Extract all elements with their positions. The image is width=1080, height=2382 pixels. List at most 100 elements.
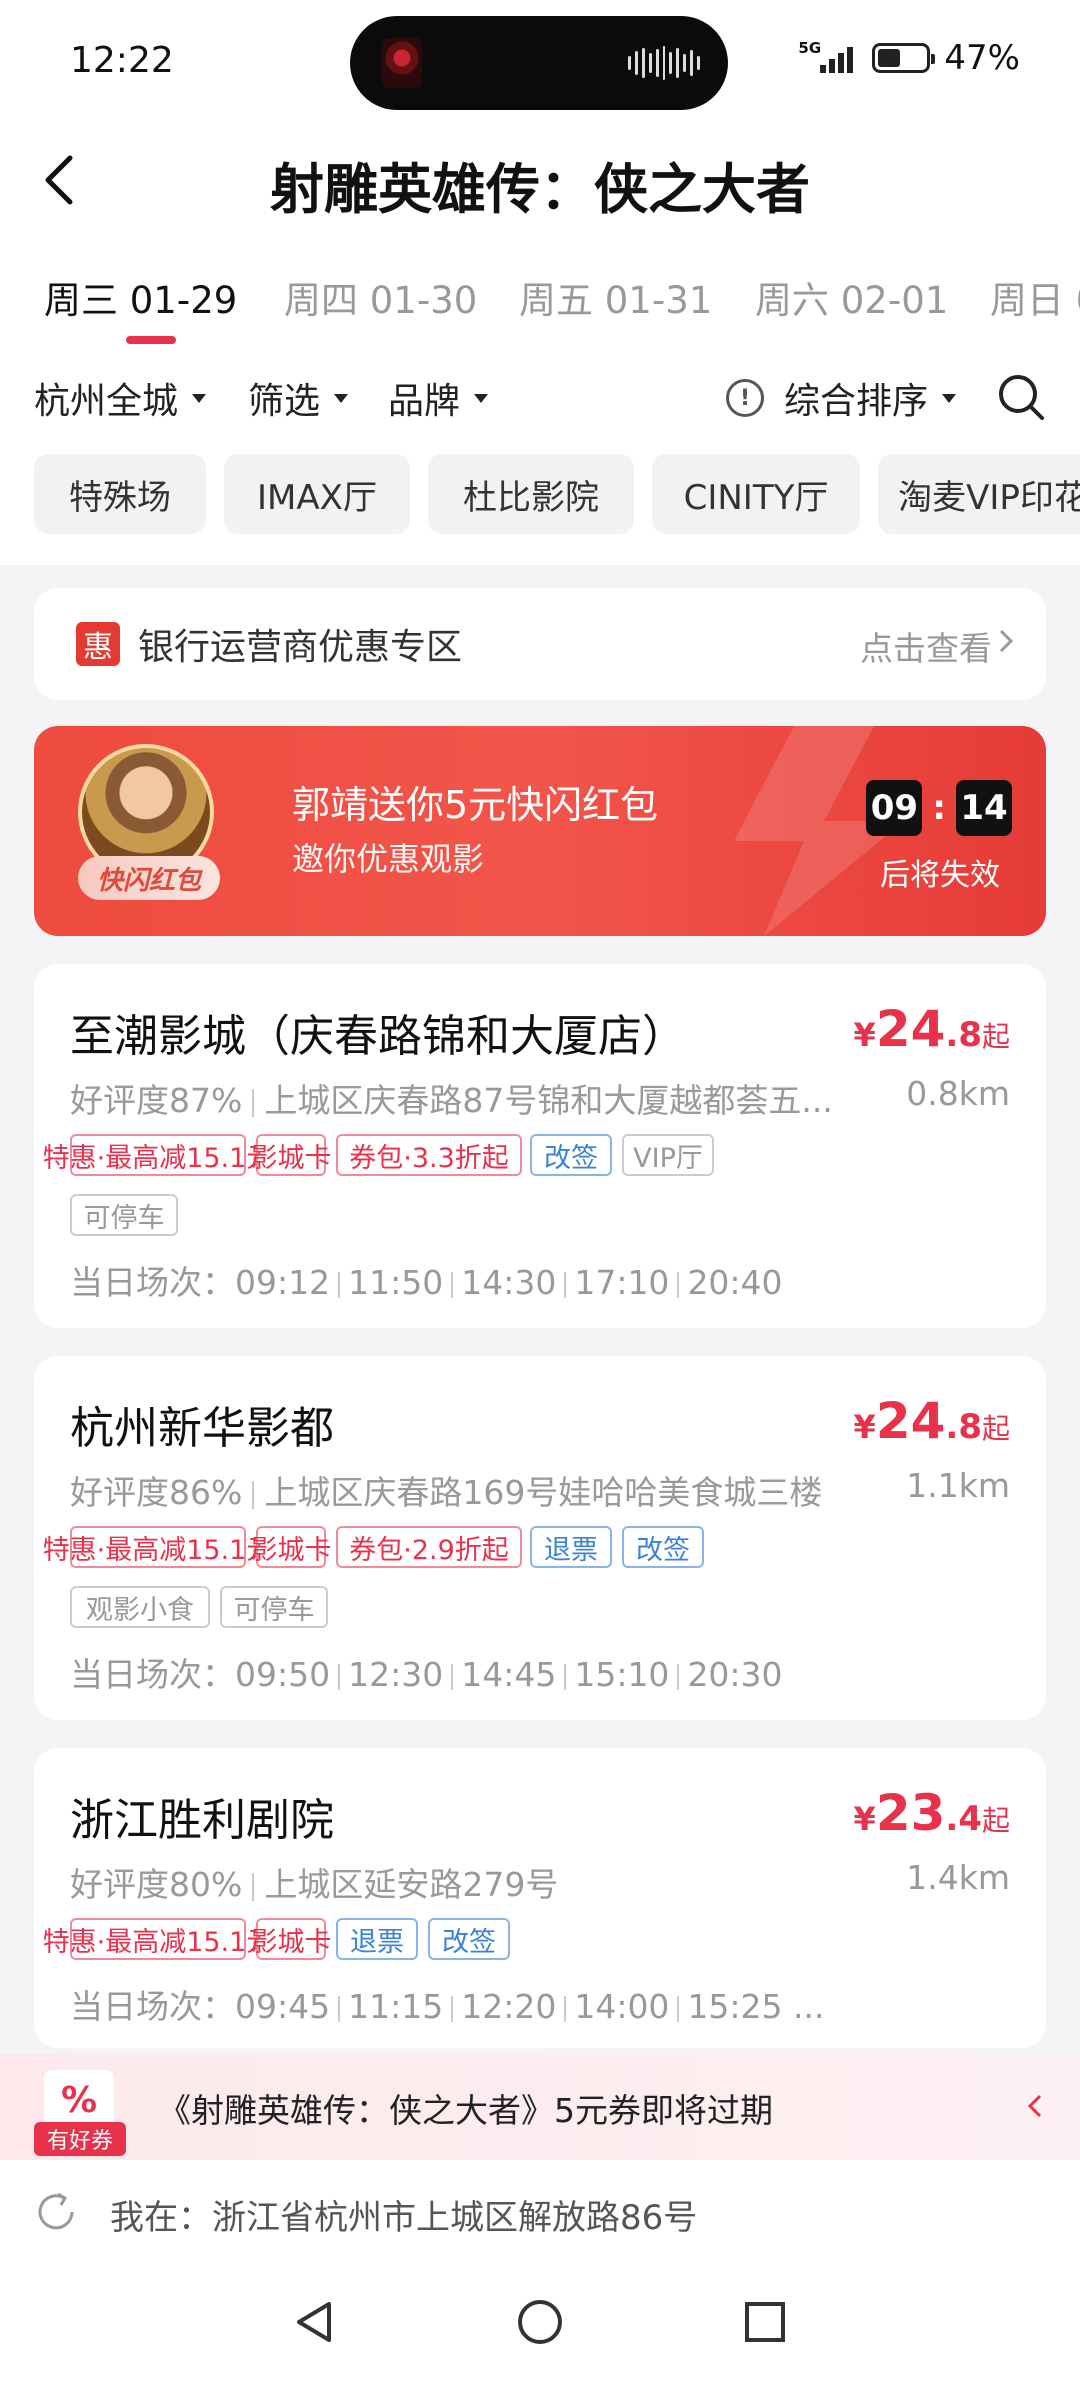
banner-title: 郭靖送你5元快闪红包 (292, 783, 659, 827)
tag-cinema-card: 影城卡 (251, 1526, 332, 1568)
filter-dropdown[interactable]: 筛选 (248, 372, 349, 424)
battery-icon (872, 43, 936, 73)
divider (338, 1271, 341, 1298)
date-tab[interactable]: 周五 01-31 (519, 270, 712, 324)
coupon-expiry-bar[interactable]: % 有好券 《射雕英雄传：侠之大者》5元券即将过期 (0, 2054, 1080, 2160)
bank-promo-text: 银行运营商优惠专区 (138, 627, 463, 668)
chip-imax[interactable]: IMAX厅 (224, 454, 410, 534)
chevron-left-icon[interactable] (1026, 2090, 1044, 2122)
city-filter[interactable]: 杭州全城 (34, 372, 207, 424)
tag-refund: 退票 (530, 1526, 612, 1568)
active-tab-indicator (126, 336, 176, 344)
bank-promo-card[interactable]: 惠 银行运营商优惠专区 点击查看 (34, 588, 1046, 700)
flash-envelope-tag: 快闪红包 (78, 856, 220, 900)
showtime[interactable]: 12:30 (348, 1655, 443, 1694)
divider (451, 1663, 454, 1690)
price-integer: 24 (875, 1392, 946, 1450)
price-suffix: 起 (981, 1412, 1010, 1445)
showtime[interactable]: 11:50 (348, 1263, 443, 1302)
location-bar[interactable]: 我在：浙江省杭州市上城区解放路86号 (0, 2160, 1080, 2270)
cinema-card[interactable]: 至潮影城（庆春路锦和大厦店） ¥24.8起 好评度87% 上城区庆春路87号锦和大… (34, 964, 1046, 1328)
date-tab[interactable]: 周三 01-29 (44, 270, 237, 324)
showtime[interactable]: 15:10 (574, 1655, 669, 1694)
divider (252, 1088, 255, 1117)
caret-down-icon (474, 393, 489, 403)
price-symbol: ¥ (853, 1408, 876, 1446)
chip-dolby[interactable]: 杜比影院 (428, 454, 634, 534)
info-icon[interactable]: ! (726, 379, 764, 417)
tag-cinema-card: 影城卡 (251, 1134, 332, 1176)
countdown-timer: 09 : 14 (866, 780, 1012, 836)
cinema-card[interactable]: 浙江胜利剧院 ¥23.4起 好评度80% 上城区延安路279号 1.4km 特惠·… (34, 1748, 1046, 2048)
tag-coupon-pack: 券包·3.3折起 (336, 1134, 522, 1176)
showtime[interactable]: 20:30 (687, 1655, 782, 1694)
price-decimal: .4 (945, 1799, 982, 1839)
showtime[interactable]: 11:15 (348, 1987, 443, 2026)
chip-vip[interactable]: 淘麦VIP印花 (878, 454, 1080, 534)
nav-home-icon[interactable] (510, 2292, 570, 2352)
cinema-distance: 1.1km (906, 1466, 1010, 1505)
filter-bar: 杭州全城 筛选 品牌 ! 综合排序 (0, 372, 1080, 428)
tag-snacks: 观影小食 (70, 1586, 210, 1628)
status-icons: 5G 47% (798, 38, 1020, 78)
search-icon[interactable] (996, 372, 1046, 422)
showtime[interactable]: 14:45 (461, 1655, 556, 1694)
showtime[interactable]: 09:45 (235, 1987, 330, 2026)
price-integer: 23 (875, 1784, 946, 1842)
cinema-price: ¥23.4起 (854, 1784, 1010, 1842)
bank-promo-link[interactable]: 点击查看 (860, 622, 992, 670)
red-envelope-banner[interactable]: 快闪红包 郭靖送你5元快闪红包 邀你优惠观影 09 : 14 后将失效 (34, 726, 1046, 936)
divider (451, 1995, 454, 2022)
brand-filter[interactable]: 品牌 (388, 372, 489, 424)
page-title: 射雕英雄传：侠之大者 (270, 158, 810, 221)
date-tab[interactable]: 周日 0 (990, 270, 1080, 324)
signal-icon: 5G (798, 41, 858, 75)
showtime[interactable]: 14:30 (461, 1263, 556, 1302)
cinema-meta: 好评度86% 上城区庆春路169号娃哈哈美食城三楼 (70, 1466, 870, 1514)
caret-down-icon (942, 393, 957, 403)
divider (564, 1271, 567, 1298)
cinema-card[interactable]: 杭州新华影都 ¥24.8起 好评度86% 上城区庆春路169号娃哈哈美食城三楼 1… (34, 1356, 1046, 1720)
tag-cinema-card: 影城卡 (251, 1918, 332, 1960)
showtimes: 当日场次：09:50 12:30 14:45 15:10 20:30 (70, 1648, 783, 1696)
tag-discount: 特惠·最高减15.1元 (43, 1918, 273, 1960)
cinema-rating: 好评度87% (70, 1081, 243, 1120)
nav-back-icon[interactable] (285, 2292, 345, 2352)
price-integer: 24 (875, 1000, 946, 1058)
nav-recents-icon[interactable] (735, 2292, 795, 2352)
price-decimal: .8 (945, 1407, 982, 1447)
chip-cinity[interactable]: CINITY厅 (652, 454, 860, 534)
refresh-location-icon[interactable] (34, 2190, 78, 2234)
showtime[interactable]: 12:20 (461, 1987, 556, 2026)
tag-parking: 可停车 (220, 1586, 328, 1628)
dynamic-island[interactable] (350, 16, 728, 110)
sort-dropdown[interactable]: ! 综合排序 (726, 372, 957, 424)
showtimes-label: 当日场次： (70, 1655, 235, 1694)
battery-percent: 47% (944, 38, 1020, 78)
date-tab[interactable]: 周六 02-01 (755, 270, 948, 324)
sort-dropdown-label: 综合排序 (784, 381, 929, 422)
showtime[interactable]: 09:50 (235, 1655, 330, 1694)
timer-minutes: 09 (866, 780, 923, 836)
tag-reschedule: 改签 (622, 1526, 704, 1568)
cinema-name: 浙江胜利剧院 (70, 1795, 334, 1846)
coupon-badge-label: 有好券 (34, 2122, 126, 2156)
date-tabs: 周三 01-29 周四 01-30 周五 01-31 周六 02-01 周日 0 (0, 270, 1080, 340)
discount-badge-icon: 惠 (76, 622, 120, 666)
city-filter-label: 杭州全城 (34, 381, 179, 422)
status-bar: 12:22 5G 47% (0, 0, 1080, 120)
divider (252, 1872, 255, 1901)
showtime[interactable]: 17:10 (574, 1263, 669, 1302)
showtime[interactable]: 15:25 ... (687, 1987, 824, 2026)
showtime[interactable]: 14:00 (574, 1987, 669, 2026)
showtime[interactable]: 09:12 (235, 1263, 330, 1302)
caret-down-icon (334, 393, 349, 403)
cinema-name: 杭州新华影都 (70, 1403, 334, 1454)
showtime[interactable]: 20:40 (687, 1263, 782, 1302)
showtimes: 当日场次：09:45 11:15 12:20 14:00 15:25 ... (70, 1980, 825, 2028)
chip-special[interactable]: 特殊场 (34, 454, 206, 534)
coupon-text: 《射雕英雄传：侠之大者》5元券即将过期 (158, 2091, 773, 2130)
date-tab[interactable]: 周四 01-30 (284, 270, 477, 324)
divider (451, 1271, 454, 1298)
divider (252, 1480, 255, 1509)
